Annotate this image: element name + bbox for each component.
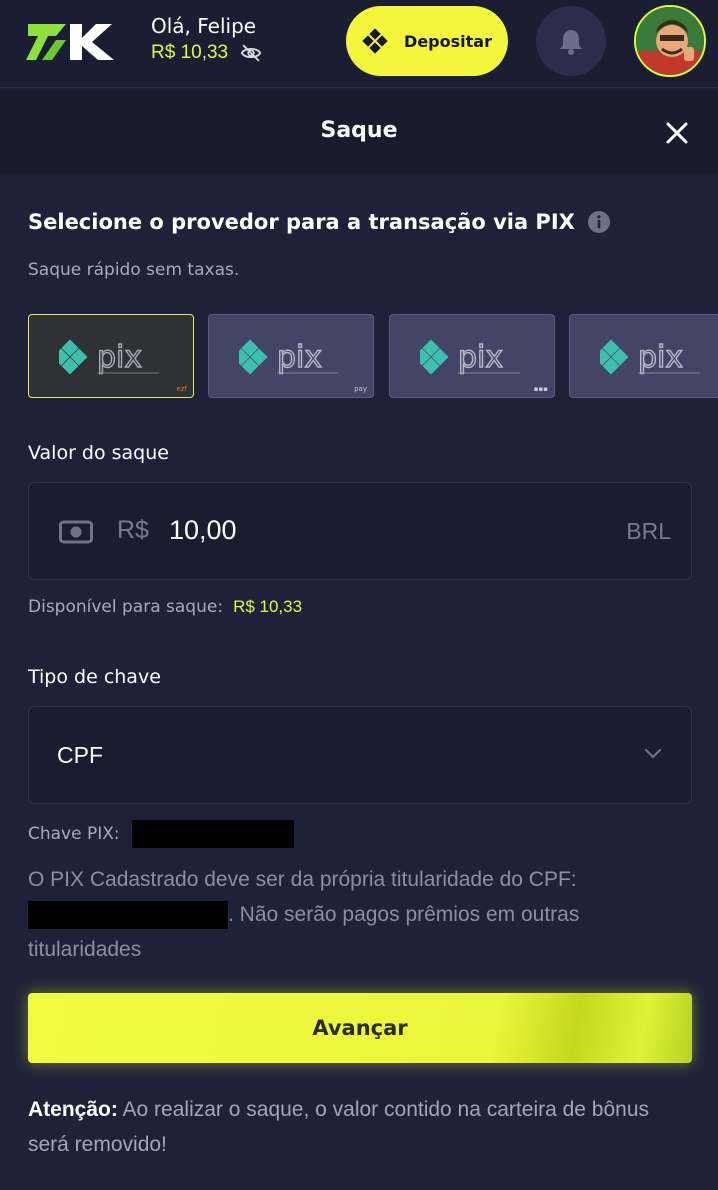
amount-label: Valor do saque: [28, 442, 169, 464]
pix-logo-icon: pix: [420, 339, 520, 376]
provider-option-3[interactable]: pix ▪▪▪: [389, 314, 555, 398]
modal-title: Saque: [320, 118, 398, 143]
advance-button[interactable]: Avançar: [28, 993, 692, 1063]
warning-text: Ao realizar o saque, o valor contido na …: [28, 1098, 650, 1156]
provider-option-1[interactable]: pix ezf: [28, 314, 194, 398]
info-icon[interactable]: [587, 210, 611, 234]
svg-text:pix: pix: [277, 340, 322, 375]
modal-header: Saque: [0, 90, 718, 174]
eye-off-icon[interactable]: [240, 42, 262, 64]
close-icon[interactable]: [664, 120, 690, 146]
chevron-down-icon: [644, 748, 662, 759]
pix-logo-icon: pix: [600, 339, 700, 376]
bell-icon: [560, 30, 582, 55]
logo-7k[interactable]: [26, 18, 118, 64]
deposit-label: Depositar: [404, 31, 492, 51]
svg-text:pix: pix: [97, 340, 142, 375]
pix-key-label: Chave PIX:: [28, 824, 120, 844]
pix-logo-icon: pix: [239, 339, 339, 376]
available-label: Disponível para saque:: [28, 597, 224, 617]
key-type-label: Tipo de chave: [28, 666, 161, 688]
key-type-select[interactable]: CPF: [28, 706, 692, 804]
money-icon: [59, 520, 93, 544]
provider-tag: ▪▪▪: [533, 385, 548, 393]
avatar-image: [636, 7, 704, 75]
notifications-button[interactable]: [536, 6, 606, 76]
amount-input[interactable]: R$ 10,00 BRL: [28, 482, 692, 580]
key-type-value: CPF: [57, 742, 103, 768]
balance-row: R$ 10,33: [151, 42, 262, 64]
greeting: Olá, Felipe: [151, 14, 257, 38]
bonus-warning: Atenção: Ao realizar o saque, o valor co…: [28, 1092, 692, 1162]
provider-subtitle: Saque rápido sem taxas.: [28, 260, 240, 280]
deposit-button[interactable]: Depositar: [346, 6, 508, 76]
pix-key-row: Chave PIX:: [28, 820, 294, 848]
available-balance: Disponível para saque: R$ 10,33: [28, 597, 302, 617]
pix-icon: [362, 28, 388, 54]
provider-option-2[interactable]: pix pay: [208, 314, 374, 398]
top-bar: Olá, Felipe R$ 10,33 Depositar: [0, 0, 718, 88]
currency-code: BRL: [626, 518, 671, 544]
redacted-pix-key: [131, 820, 294, 848]
pix-logo-icon: pix: [59, 339, 159, 376]
currency-symbol: R$: [117, 516, 149, 544]
available-value: R$ 10,33: [233, 597, 303, 616]
provider-tag: ezf: [176, 385, 187, 393]
provider-title-text: Selecione o provedor para a transação vi…: [28, 210, 575, 234]
provider-tag: pay: [354, 385, 367, 393]
provider-list: pix ezf pix pay pix ▪▪▪ pix: [28, 314, 718, 398]
notice-text-start: O PIX Cadastrado deve ser da própria tit…: [28, 868, 577, 891]
svg-text:pix: pix: [458, 340, 503, 375]
svg-text:pix: pix: [638, 340, 683, 375]
avatar[interactable]: [634, 5, 706, 77]
warning-label: Atenção:: [28, 1098, 118, 1121]
amount-value: 10,00: [169, 515, 237, 545]
ownership-notice: O PIX Cadastrado deve ser da própria tit…: [28, 862, 692, 967]
provider-option-4[interactable]: pix: [569, 314, 718, 398]
provider-section-title: Selecione o provedor para a transação vi…: [28, 210, 611, 234]
redacted-cpf: [28, 901, 228, 930]
balance-value: R$ 10,33: [151, 42, 229, 63]
